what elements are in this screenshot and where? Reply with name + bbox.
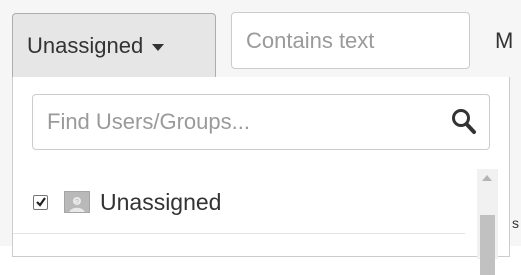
scroll-up-arrow-icon[interactable] xyxy=(482,175,492,181)
search-icon[interactable] xyxy=(451,108,477,136)
more-filter-label[interactable]: M xyxy=(495,28,513,54)
text-filter-input[interactable]: Contains text xyxy=(231,12,470,69)
option-divider xyxy=(13,233,465,234)
assignee-dropdown-panel: Find Users/Groups... ? Unassigned xyxy=(12,77,510,275)
assignee-filter-button[interactable]: Unassigned xyxy=(12,13,216,78)
find-users-groups-placeholder: Find Users/Groups... xyxy=(47,109,250,134)
user-avatar-icon: ? xyxy=(64,191,90,213)
checkmark-icon xyxy=(36,196,46,207)
option-label: Unassigned xyxy=(100,188,222,215)
find-users-groups-input[interactable]: Find Users/Groups... xyxy=(32,94,490,150)
svg-text:?: ? xyxy=(75,199,79,206)
dropdown-option-unassigned[interactable]: ? Unassigned xyxy=(33,185,221,219)
text-filter-placeholder: Contains text xyxy=(246,27,375,53)
scroll-thumb[interactable] xyxy=(480,215,495,275)
assignee-filter-label: Unassigned xyxy=(27,33,144,58)
unassigned-checkbox[interactable] xyxy=(33,194,48,210)
background-text-fragment: s xyxy=(512,215,519,231)
caret-down-icon xyxy=(152,43,165,51)
